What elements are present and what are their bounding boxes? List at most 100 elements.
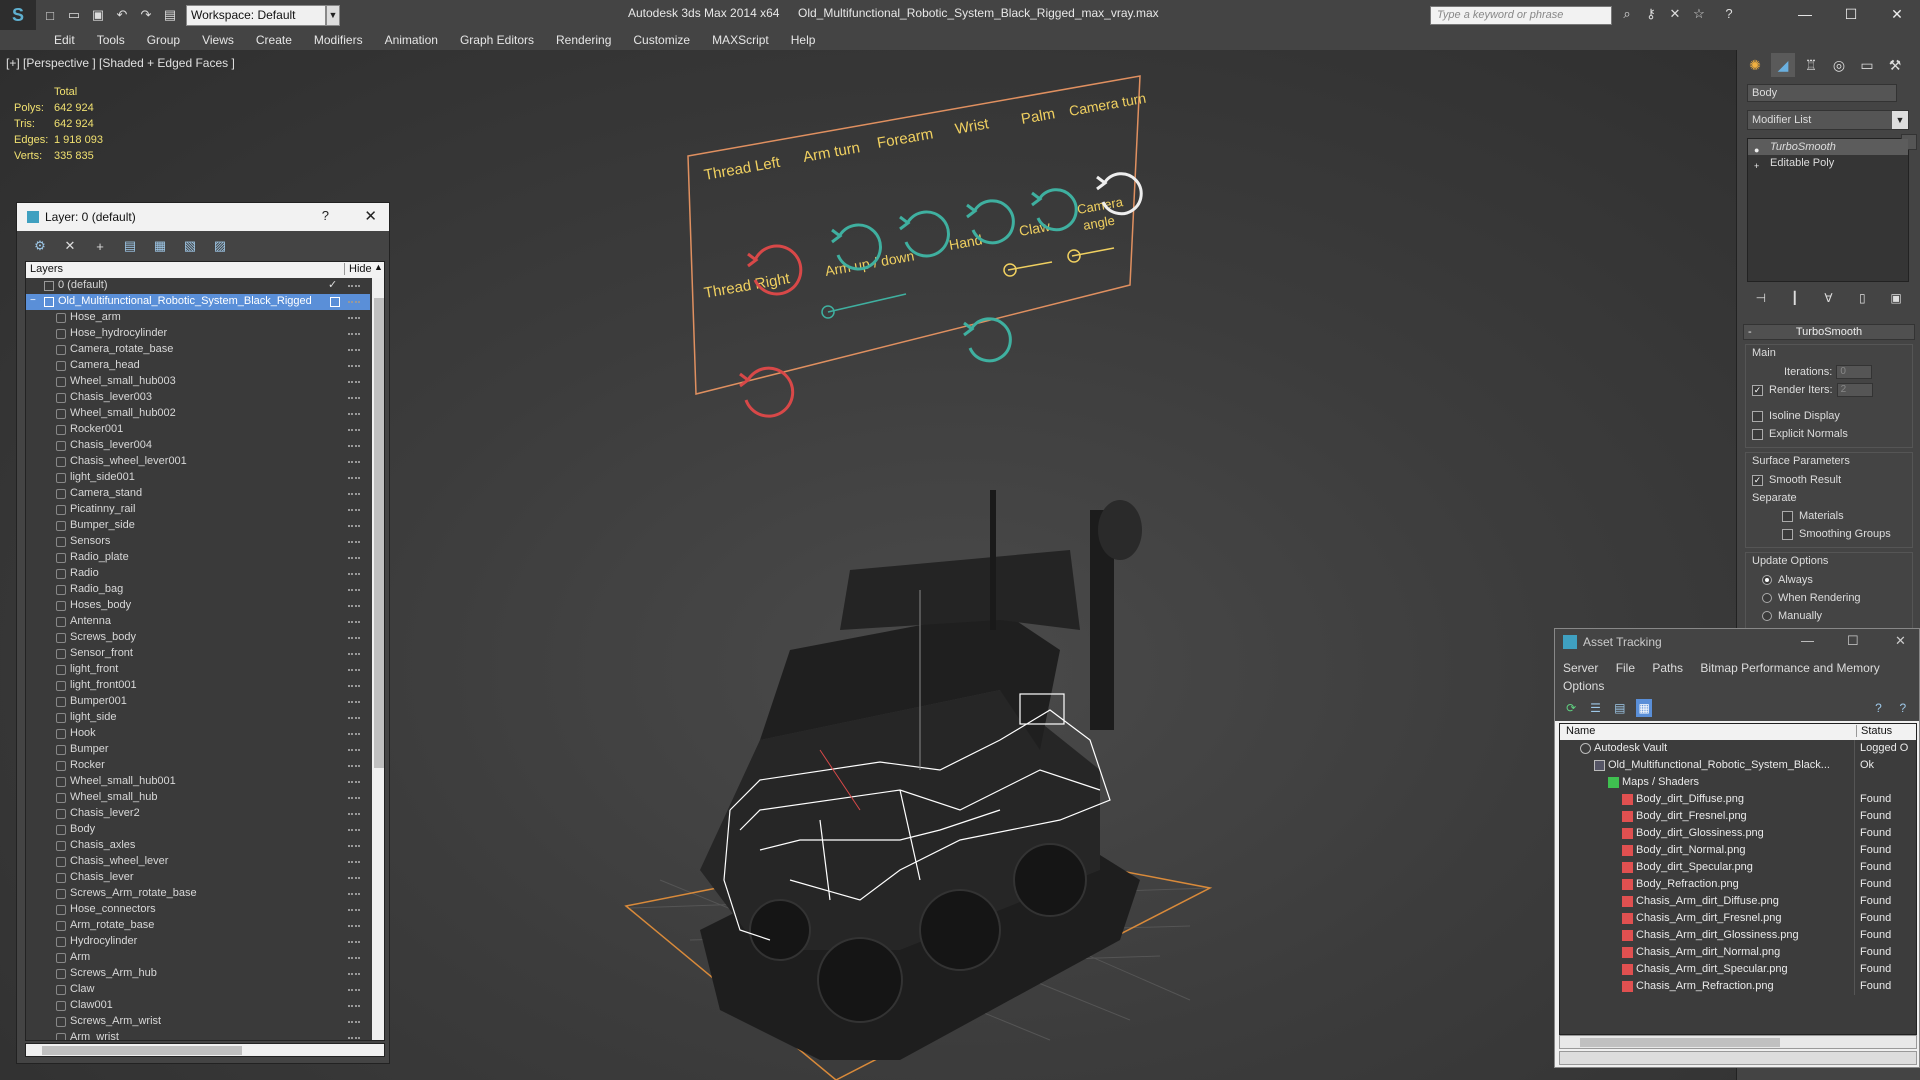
detail-view-icon[interactable]: ▤ bbox=[1612, 699, 1628, 717]
layer-object-row[interactable]: Rocker001 bbox=[26, 422, 370, 438]
hide-toggle[interactable] bbox=[348, 477, 360, 479]
active-layer-check-icon[interactable]: ✓ bbox=[328, 278, 337, 291]
app-logo-icon[interactable]: S bbox=[0, 0, 36, 30]
modifier-list-dropdown[interactable]: Modifier List ▼ bbox=[1747, 110, 1909, 130]
layer-object-row[interactable]: Chasis_wheel_lever001 bbox=[26, 454, 370, 470]
asset-row-map[interactable]: Chasis_Arm_dirt_Fresnel.png Found bbox=[1560, 910, 1916, 927]
hide-toggle[interactable] bbox=[348, 573, 360, 575]
asset-tracking-titlebar[interactable]: Asset Tracking — ☐ ✕ bbox=[1555, 629, 1919, 655]
display-tab-icon[interactable]: ▭ bbox=[1855, 53, 1879, 77]
hide-toggle[interactable] bbox=[348, 349, 360, 351]
materials-checkbox[interactable] bbox=[1782, 510, 1793, 522]
asset-horizontal-scrollbar[interactable] bbox=[1559, 1035, 1917, 1049]
layer-object-row[interactable]: Claw001 bbox=[26, 998, 370, 1014]
layer-object-row[interactable]: Screws_Arm_hub bbox=[26, 966, 370, 982]
hide-toggle[interactable] bbox=[348, 589, 360, 591]
redo-icon[interactable]: ↷ bbox=[136, 5, 156, 25]
hide-toggle[interactable] bbox=[348, 493, 360, 495]
modify-tab-icon[interactable]: ◢ bbox=[1771, 53, 1795, 77]
layer-object-row[interactable]: light_side bbox=[26, 710, 370, 726]
collapse-icon[interactable]: - bbox=[1748, 325, 1752, 339]
menu-group[interactable]: Group bbox=[147, 30, 180, 50]
layer-object-row[interactable]: Camera_head bbox=[26, 358, 370, 374]
hide-toggle[interactable] bbox=[348, 557, 360, 559]
layer-object-row[interactable]: light_front001 bbox=[26, 678, 370, 694]
hide-toggle[interactable] bbox=[348, 765, 360, 767]
layer-object-row[interactable]: Wheel_small_hub001 bbox=[26, 774, 370, 790]
menu-modifiers[interactable]: Modifiers bbox=[314, 30, 363, 50]
layer-object-row[interactable]: Chasis_axles bbox=[26, 838, 370, 854]
hide-toggle[interactable] bbox=[348, 1037, 360, 1039]
layer-object-row[interactable]: Sensors bbox=[26, 534, 370, 550]
layer-object-row[interactable]: Screws_Arm_wrist bbox=[26, 1014, 370, 1030]
hide-toggle[interactable] bbox=[348, 525, 360, 527]
layer-object-row[interactable]: Chasis_lever bbox=[26, 870, 370, 886]
asset-row-max-file[interactable]: Old_Multifunctional_Robotic_System_Black… bbox=[1560, 757, 1916, 774]
hierarchy-tab-icon[interactable]: ♖ bbox=[1799, 53, 1823, 77]
layer-object-row[interactable]: Wheel_small_hub bbox=[26, 790, 370, 806]
close-icon[interactable]: ✕ bbox=[1874, 0, 1920, 28]
menu-animation[interactable]: Animation bbox=[385, 30, 438, 50]
stack-item-turbosmooth[interactable]: ● TurboSmooth bbox=[1748, 139, 1908, 155]
hide-toggle[interactable] bbox=[348, 1021, 360, 1023]
layer-object-row[interactable]: Chasis_wheel_lever bbox=[26, 854, 370, 870]
layer-object-row[interactable]: Picatinny_rail bbox=[26, 502, 370, 518]
collapse-icon[interactable]: − bbox=[30, 295, 36, 306]
hide-toggle[interactable] bbox=[348, 733, 360, 735]
hide-toggle[interactable] bbox=[348, 301, 360, 303]
open-file-icon[interactable]: ▭ bbox=[64, 5, 84, 25]
hide-toggle[interactable] bbox=[348, 621, 360, 623]
show-end-result-icon[interactable]: ┃ bbox=[1785, 288, 1805, 308]
hide-toggle[interactable] bbox=[348, 973, 360, 975]
layer-vertical-scrollbar[interactable] bbox=[372, 278, 384, 1040]
layer-object-row[interactable]: Chasis_lever003 bbox=[26, 390, 370, 406]
menu-help[interactable]: Help bbox=[791, 30, 816, 50]
status-column-header[interactable]: Status bbox=[1856, 725, 1892, 737]
layer-dialog-close-icon[interactable]: ✕ bbox=[364, 207, 377, 225]
menu-create[interactable]: Create bbox=[256, 30, 292, 50]
close-icon[interactable]: ✕ bbox=[1895, 633, 1906, 649]
hide-toggle[interactable] bbox=[348, 877, 360, 879]
smoothing-groups-checkbox[interactable] bbox=[1782, 528, 1793, 540]
hide-toggle[interactable] bbox=[348, 365, 360, 367]
layer-object-row[interactable]: Arm bbox=[26, 950, 370, 966]
asset-row-map[interactable]: Body_dirt_Diffuse.png Found bbox=[1560, 791, 1916, 808]
layer-object-row[interactable]: Wheel_small_hub003 bbox=[26, 374, 370, 390]
hide-toggle[interactable] bbox=[348, 989, 360, 991]
asset-menu-paths[interactable]: Paths bbox=[1652, 661, 1683, 675]
hide-toggle[interactable] bbox=[348, 541, 360, 543]
asset-row-map[interactable]: Body_dirt_Specular.png Found bbox=[1560, 859, 1916, 876]
hide-toggle[interactable] bbox=[348, 413, 360, 415]
pin-stack-icon[interactable]: ⊣ bbox=[1751, 288, 1771, 308]
layer-object-row[interactable]: Hydrocylinder bbox=[26, 934, 370, 950]
undo-icon[interactable]: ↶ bbox=[112, 5, 132, 25]
asset-menu-file[interactable]: File bbox=[1616, 661, 1635, 675]
layer-object-row[interactable]: light_side001 bbox=[26, 470, 370, 486]
iterations-spinner[interactable]: 0 bbox=[1836, 365, 1873, 379]
hide-toggle[interactable] bbox=[348, 925, 360, 927]
layer-object-row[interactable]: Claw bbox=[26, 982, 370, 998]
vault-help-icon[interactable]: ? bbox=[1895, 699, 1911, 717]
layer-row-robot[interactable]: − Old_Multifunctional_Robotic_System_Bla… bbox=[26, 294, 370, 310]
layers-column-header[interactable]: Layers bbox=[30, 263, 63, 275]
utilities-tab-icon[interactable]: ⚒ bbox=[1883, 53, 1907, 77]
lightbulb-icon[interactable]: ● bbox=[1754, 142, 1762, 155]
hide-column-header[interactable]: Hide bbox=[344, 263, 372, 275]
help-icon[interactable]: ? bbox=[1720, 6, 1738, 24]
favorites-star-icon[interactable]: ☆ bbox=[1690, 6, 1708, 24]
layer-object-row[interactable]: Screws_body bbox=[26, 630, 370, 646]
delete-layer-icon[interactable]: ✕ bbox=[59, 235, 81, 257]
exchange-icon[interactable]: ✕ bbox=[1666, 6, 1684, 24]
update-when-rendering-radio[interactable] bbox=[1762, 593, 1772, 603]
asset-row-map[interactable]: Chasis_Arm_dirt_Diffuse.png Found bbox=[1560, 893, 1916, 910]
minimize-icon[interactable]: — bbox=[1782, 0, 1828, 28]
hide-toggle[interactable] bbox=[348, 669, 360, 671]
hide-toggle[interactable] bbox=[348, 701, 360, 703]
layer-object-row[interactable]: Hose_arm bbox=[26, 310, 370, 326]
hide-toggle[interactable] bbox=[348, 381, 360, 383]
asset-row-map[interactable]: Body_dirt_Fresnel.png Found bbox=[1560, 808, 1916, 825]
layer-object-row[interactable]: Radio_plate bbox=[26, 550, 370, 566]
asset-row-map[interactable]: Chasis_Arm_dirt_Glossiness.png Found bbox=[1560, 927, 1916, 944]
hide-toggle[interactable] bbox=[348, 461, 360, 463]
layer-object-row[interactable]: Chasis_lever2 bbox=[26, 806, 370, 822]
